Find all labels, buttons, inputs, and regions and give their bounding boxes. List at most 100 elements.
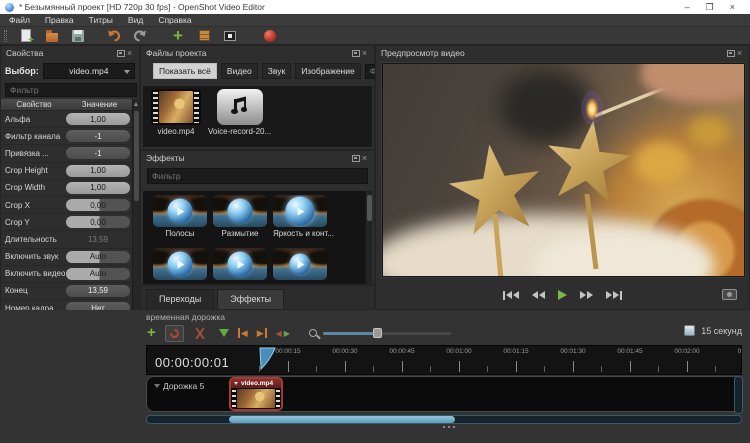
choose-profile-button[interactable] [197, 29, 211, 43]
property-value[interactable]: 13,59 [66, 285, 130, 297]
fast-forward-button[interactable] [580, 291, 593, 299]
close-icon[interactable] [360, 154, 369, 163]
minimize-button[interactable]: – [685, 0, 690, 14]
property-row[interactable]: Crop Y0,00 [1, 214, 132, 231]
toolbar-grip[interactable] [4, 30, 7, 42]
property-value[interactable]: Auto [66, 268, 130, 280]
timeline-vertical-scrollbar[interactable] [734, 376, 743, 414]
track-collapse-icon[interactable] [154, 384, 160, 388]
property-row[interactable]: Включить звукAuto [1, 249, 132, 266]
previous-marker-button[interactable] [238, 325, 248, 341]
tab-audio[interactable]: Звук [262, 63, 291, 79]
rewind-button[interactable] [532, 291, 545, 299]
open-project-button[interactable] [45, 29, 59, 43]
property-row[interactable]: Crop X0,00 [1, 197, 132, 214]
property-value[interactable]: 0,00 [66, 216, 130, 228]
close-button[interactable]: × [730, 0, 735, 14]
next-marker-button[interactable] [257, 325, 267, 341]
add-marker-button[interactable] [219, 325, 229, 341]
property-value[interactable]: 0,00 [66, 199, 130, 211]
timeline-ruler[interactable]: 00:00:00:01 00:00:15 00:00:30 00:00:45 0… [146, 345, 742, 375]
property-value[interactable]: -1 [66, 147, 130, 159]
menu-titles[interactable]: Титры [89, 15, 113, 25]
menu-view[interactable]: Вид [128, 15, 143, 25]
zoom-fit-icon[interactable] [684, 325, 695, 336]
filmstrip-sprockets [276, 389, 280, 408]
clip-menu-icon[interactable] [234, 382, 238, 385]
property-row[interactable]: Конец13,59 [1, 283, 132, 300]
menu-edit[interactable]: Правка [45, 15, 74, 25]
zoom-slider-handle[interactable] [373, 328, 382, 338]
menu-help[interactable]: Справка [158, 15, 191, 25]
tab-image[interactable]: Изображение [295, 63, 361, 79]
undock-icon[interactable] [727, 50, 735, 57]
effect-item[interactable] [273, 248, 327, 280]
effects-filter-input[interactable] [147, 168, 368, 184]
splitter-handle[interactable] [443, 426, 445, 428]
file-item-audio[interactable]: Voice-record-20... [208, 89, 271, 144]
jump-end-button[interactable] [606, 291, 622, 300]
close-icon[interactable] [360, 49, 369, 58]
tab-effects[interactable]: Эффекты [217, 289, 284, 309]
undock-icon[interactable] [352, 155, 360, 162]
undo-button[interactable] [107, 29, 121, 43]
capture-frame-button[interactable] [722, 289, 737, 300]
timeline-clip[interactable]: video.mp4 [229, 377, 283, 411]
scrollbar-thumb[interactable] [134, 111, 139, 201]
snapping-toggle[interactable] [165, 325, 184, 342]
property-row[interactable]: Привязка ...-1 [1, 145, 132, 162]
zoom-slider-track[interactable] [323, 332, 451, 335]
tab-show-all[interactable]: Показать всё [153, 63, 217, 79]
menu-file[interactable]: Файл [9, 15, 30, 25]
property-value[interactable]: 1,00 [66, 182, 130, 194]
effect-item[interactable] [213, 248, 267, 280]
property-row[interactable]: Длительность13,59 [1, 231, 132, 248]
property-row[interactable]: Фильтр канала-1 [1, 128, 132, 145]
tab-video[interactable]: Видео [221, 63, 258, 79]
razor-button[interactable] [193, 325, 206, 341]
undock-icon[interactable] [352, 50, 360, 57]
new-project-button[interactable] [19, 29, 33, 43]
scroll-up-icon[interactable] [134, 102, 138, 106]
play-orb-icon [228, 252, 253, 277]
property-value[interactable]: 1,00 [66, 113, 130, 125]
effect-item[interactable] [153, 248, 207, 280]
preview-title: Предпросмотр видео [381, 48, 465, 58]
import-files-button[interactable] [171, 29, 185, 43]
scrollbar-thumb[interactable] [367, 195, 372, 221]
property-value[interactable]: Auto [66, 251, 130, 263]
file-item-video[interactable]: video.mp4 [151, 89, 201, 144]
properties-filter-input[interactable] [5, 83, 137, 97]
playhead-marker[interactable] [259, 347, 276, 371]
save-project-button[interactable] [71, 29, 85, 43]
video-frame[interactable] [381, 62, 746, 278]
add-track-button[interactable] [147, 325, 156, 341]
property-row[interactable]: Crop Height1,00 [1, 163, 132, 180]
effects-scrollbar[interactable] [365, 191, 372, 284]
property-value[interactable]: -1 [66, 130, 130, 142]
track-lane[interactable]: Дорожка 5 video.mp4 [146, 376, 742, 412]
close-icon[interactable] [125, 49, 134, 58]
export-video-button[interactable] [263, 29, 277, 43]
property-row[interactable]: Альфа1,00 [1, 111, 132, 128]
undock-icon[interactable] [117, 50, 125, 57]
close-icon[interactable] [735, 49, 744, 58]
property-value[interactable]: 1,00 [66, 165, 130, 177]
fullscreen-button[interactable] [223, 29, 237, 43]
effect-item[interactable]: Размытие [213, 195, 267, 238]
scrollbar-handle[interactable] [229, 416, 455, 423]
effect-item[interactable]: Яркость и конт... [273, 195, 327, 238]
timeline-zoom-slider[interactable] [309, 329, 451, 337]
jump-start-button[interactable] [503, 291, 519, 300]
column-value: Значение [67, 100, 132, 109]
redo-button[interactable] [133, 29, 147, 43]
property-row[interactable]: Включить видеоAuto [1, 266, 132, 283]
effect-item[interactable]: Полосы [153, 195, 207, 238]
maximize-button[interactable]: ❐ [706, 0, 714, 14]
clip-selector-dropdown[interactable]: video.mp4 [43, 63, 135, 79]
timeline-horizontal-scrollbar[interactable] [146, 415, 742, 424]
property-row[interactable]: Crop Width1,00 [1, 180, 132, 197]
tab-transitions[interactable]: Переходы [146, 289, 214, 309]
center-playhead-button[interactable] [276, 325, 290, 341]
play-button[interactable] [558, 290, 567, 300]
